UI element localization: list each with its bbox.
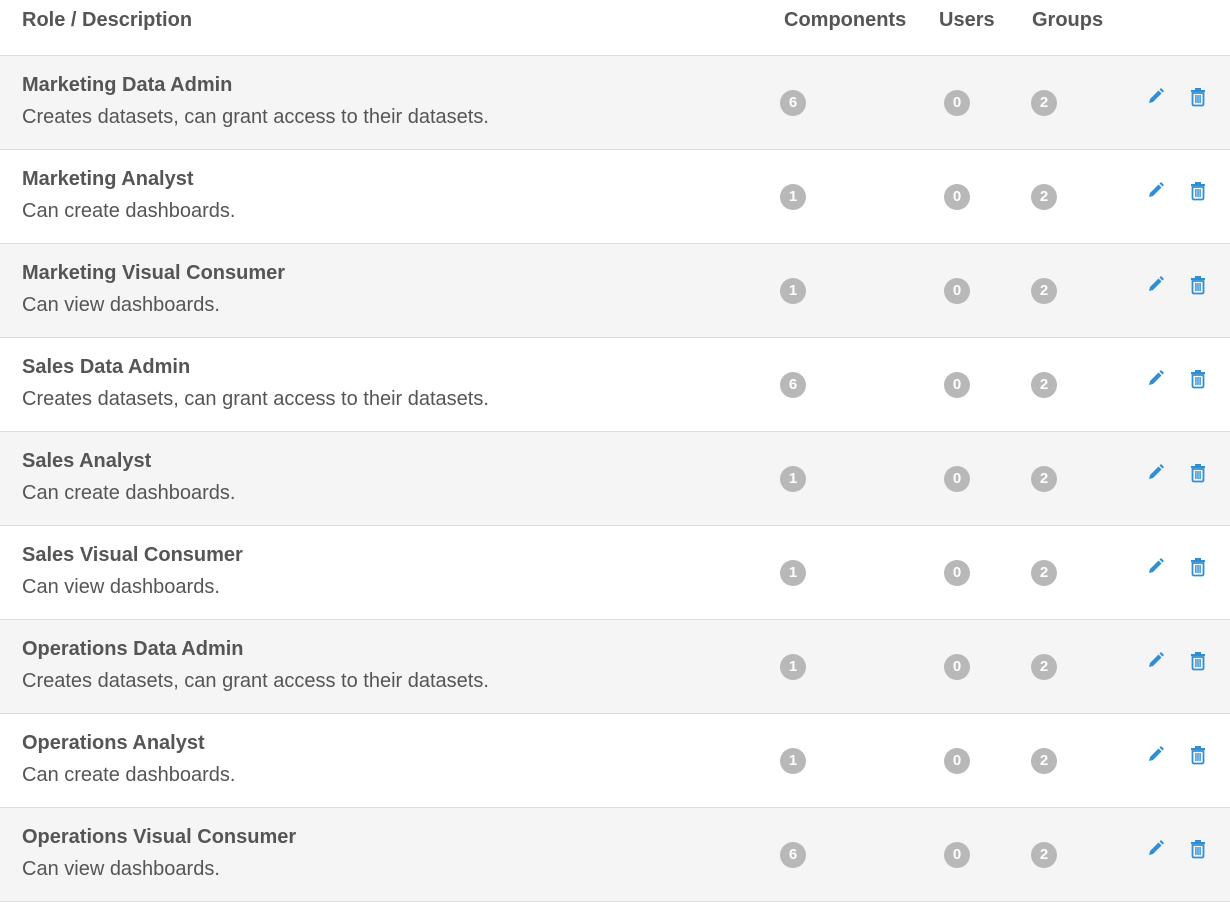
delete-role-button[interactable] xyxy=(1187,86,1209,108)
edit-role-button[interactable] xyxy=(1144,86,1166,108)
role-name[interactable]: Sales Visual Consumer xyxy=(22,544,243,567)
components-count-badge[interactable]: 1 xyxy=(780,654,806,680)
users-count-badge[interactable]: 0 xyxy=(944,842,970,868)
role-description: Can view dashboards. xyxy=(22,294,220,316)
delete-role-button[interactable] xyxy=(1187,368,1209,390)
role-description: Creates datasets, can grant access to th… xyxy=(22,670,489,692)
groups-count-badge[interactable]: 2 xyxy=(1031,748,1057,774)
role-description: Can create dashboards. xyxy=(22,200,236,222)
role-name[interactable]: Operations Analyst xyxy=(22,732,205,755)
trash-icon xyxy=(1187,86,1209,108)
role-description: Can view dashboards. xyxy=(22,576,220,598)
role-name[interactable]: Marketing Analyst xyxy=(22,168,194,191)
trash-icon xyxy=(1187,180,1209,202)
role-name[interactable]: Sales Data Admin xyxy=(22,356,190,379)
header-groups[interactable]: Groups xyxy=(1032,9,1103,32)
edit-role-button[interactable] xyxy=(1144,556,1166,578)
role-name[interactable]: Operations Visual Consumer xyxy=(22,826,296,849)
components-count-badge[interactable]: 6 xyxy=(780,372,806,398)
pencil-icon xyxy=(1144,368,1166,390)
table-header: Role / Description Components Users Grou… xyxy=(0,0,1230,56)
table-body: Marketing Data Admin Creates datasets, ca… xyxy=(0,56,1230,902)
groups-count-badge[interactable]: 2 xyxy=(1031,466,1057,492)
table-row: Sales Visual Consumer Can view dashboards… xyxy=(0,526,1230,620)
pencil-icon xyxy=(1144,556,1166,578)
edit-role-button[interactable] xyxy=(1144,838,1166,860)
table-row: Operations Data Admin Creates datasets, c… xyxy=(0,620,1230,714)
table-row: Marketing Analyst Can create dashboards. 1… xyxy=(0,150,1230,244)
components-count-badge[interactable]: 1 xyxy=(780,466,806,492)
delete-role-button[interactable] xyxy=(1187,838,1209,860)
role-description: Can view dashboards. xyxy=(22,858,220,880)
edit-role-button[interactable] xyxy=(1144,462,1166,484)
role-description: Can create dashboards. xyxy=(22,482,236,504)
header-role-description[interactable]: Role / Description xyxy=(22,9,192,32)
users-count-badge[interactable]: 0 xyxy=(944,184,970,210)
users-count-badge[interactable]: 0 xyxy=(944,560,970,586)
table-row: Marketing Visual Consumer Can view dashbo… xyxy=(0,244,1230,338)
groups-count-badge[interactable]: 2 xyxy=(1031,90,1057,116)
table-row: Marketing Data Admin Creates datasets, ca… xyxy=(0,56,1230,150)
pencil-icon xyxy=(1144,838,1166,860)
edit-role-button[interactable] xyxy=(1144,180,1166,202)
pencil-icon xyxy=(1144,744,1166,766)
users-count-badge[interactable]: 0 xyxy=(944,372,970,398)
groups-count-badge[interactable]: 2 xyxy=(1031,372,1057,398)
trash-icon xyxy=(1187,462,1209,484)
trash-icon xyxy=(1187,744,1209,766)
header-users[interactable]: Users xyxy=(939,9,995,32)
groups-count-badge[interactable]: 2 xyxy=(1031,654,1057,680)
role-name[interactable]: Sales Analyst xyxy=(22,450,151,473)
components-count-badge[interactable]: 1 xyxy=(780,278,806,304)
pencil-icon xyxy=(1144,180,1166,202)
delete-role-button[interactable] xyxy=(1187,556,1209,578)
groups-count-badge[interactable]: 2 xyxy=(1031,278,1057,304)
table-row: Sales Data Admin Creates datasets, can gr… xyxy=(0,338,1230,432)
role-name[interactable]: Marketing Visual Consumer xyxy=(22,262,285,285)
pencil-icon xyxy=(1144,86,1166,108)
edit-role-button[interactable] xyxy=(1144,368,1166,390)
components-count-badge[interactable]: 1 xyxy=(780,184,806,210)
roles-table: Role / Description Components Users Grou… xyxy=(0,0,1230,902)
trash-icon xyxy=(1187,274,1209,296)
role-description: Creates datasets, can grant access to th… xyxy=(22,106,489,128)
components-count-badge[interactable]: 6 xyxy=(780,90,806,116)
components-count-badge[interactable]: 1 xyxy=(780,748,806,774)
users-count-badge[interactable]: 0 xyxy=(944,466,970,492)
trash-icon xyxy=(1187,556,1209,578)
delete-role-button[interactable] xyxy=(1187,744,1209,766)
components-count-badge[interactable]: 1 xyxy=(780,560,806,586)
users-count-badge[interactable]: 0 xyxy=(944,748,970,774)
pencil-icon xyxy=(1144,274,1166,296)
delete-role-button[interactable] xyxy=(1187,462,1209,484)
edit-role-button[interactable] xyxy=(1144,274,1166,296)
pencil-icon xyxy=(1144,462,1166,484)
trash-icon xyxy=(1187,650,1209,672)
users-count-badge[interactable]: 0 xyxy=(944,278,970,304)
trash-icon xyxy=(1187,368,1209,390)
role-name[interactable]: Marketing Data Admin xyxy=(22,74,232,97)
role-description: Can create dashboards. xyxy=(22,764,236,786)
header-components[interactable]: Components xyxy=(784,9,906,32)
role-name[interactable]: Operations Data Admin xyxy=(22,638,244,661)
groups-count-badge[interactable]: 2 xyxy=(1031,184,1057,210)
role-description: Creates datasets, can grant access to th… xyxy=(22,388,489,410)
table-row: Sales Analyst Can create dashboards. 1 0 2 xyxy=(0,432,1230,526)
edit-role-button[interactable] xyxy=(1144,650,1166,672)
users-count-badge[interactable]: 0 xyxy=(944,654,970,680)
trash-icon xyxy=(1187,838,1209,860)
delete-role-button[interactable] xyxy=(1187,650,1209,672)
table-row: Operations Analyst Can create dashboards.… xyxy=(0,714,1230,808)
table-row: Operations Visual Consumer Can view dashb… xyxy=(0,808,1230,902)
groups-count-badge[interactable]: 2 xyxy=(1031,842,1057,868)
delete-role-button[interactable] xyxy=(1187,180,1209,202)
groups-count-badge[interactable]: 2 xyxy=(1031,560,1057,586)
components-count-badge[interactable]: 6 xyxy=(780,842,806,868)
edit-role-button[interactable] xyxy=(1144,744,1166,766)
delete-role-button[interactable] xyxy=(1187,274,1209,296)
pencil-icon xyxy=(1144,650,1166,672)
users-count-badge[interactable]: 0 xyxy=(944,90,970,116)
